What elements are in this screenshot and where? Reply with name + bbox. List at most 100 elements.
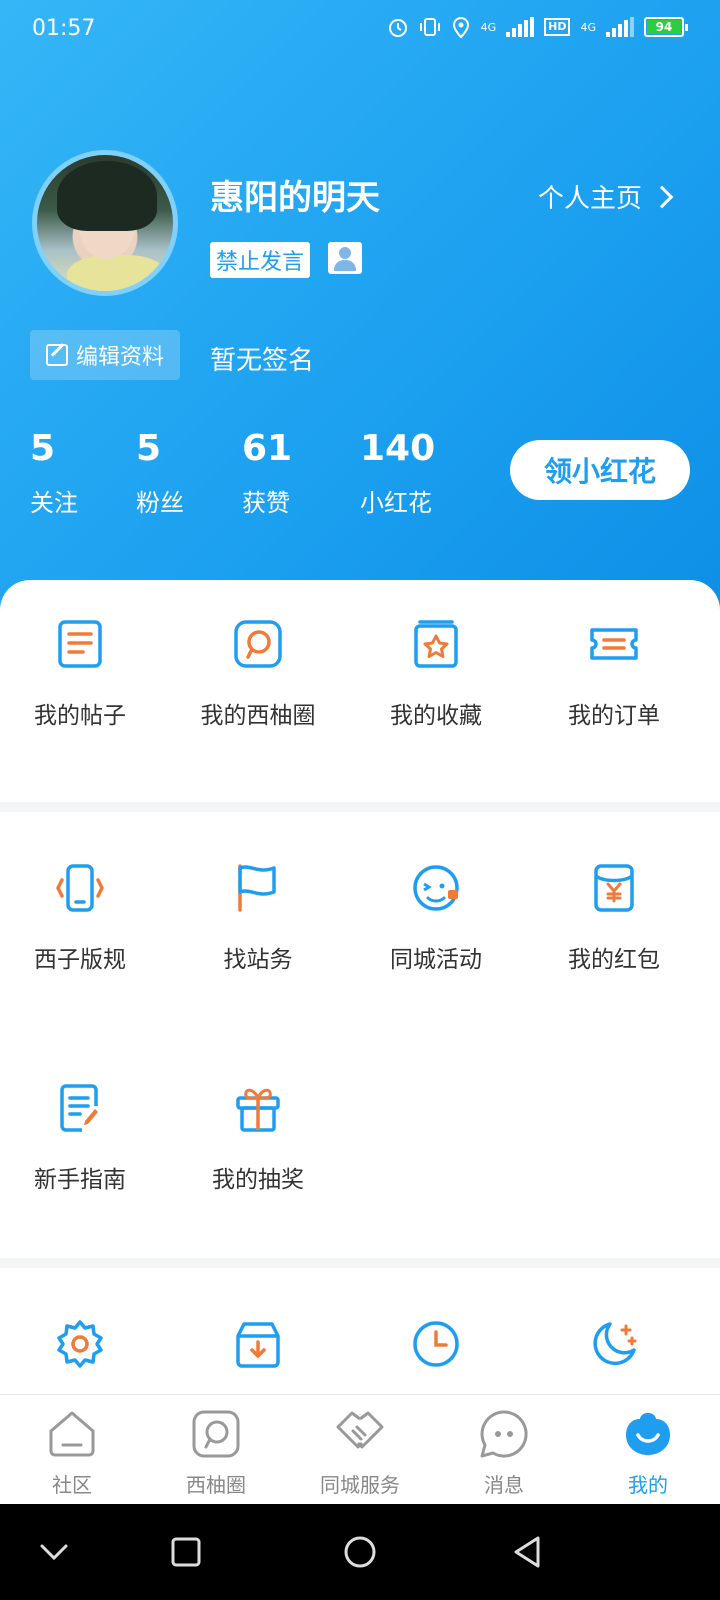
menu-item-my-circle[interactable]: 我的西柚圈	[168, 618, 348, 730]
flag-icon	[238, 864, 276, 912]
menu-label: 找站务	[223, 947, 293, 973]
status-bar: 01:57 4G HD 4G 94	[0, 0, 720, 60]
menu-label: 同城活动	[390, 947, 482, 973]
menu-label: 西子版规	[34, 947, 126, 973]
me-icon	[626, 1413, 670, 1455]
avatar-shirt	[67, 255, 167, 291]
tab-label: 社区	[52, 1473, 92, 1497]
handshake-icon	[336, 1411, 384, 1449]
network-type-2: 4G	[580, 20, 596, 34]
message-icon	[480, 1410, 528, 1458]
home-icon	[49, 1411, 95, 1457]
ban-badge: 禁止发言	[210, 242, 311, 278]
download-icon	[236, 1322, 280, 1368]
gift-icon	[236, 1088, 280, 1132]
bottom-tabbar: 社区 西柚圈 同城服务 消息 我的	[0, 1394, 720, 1504]
menu-item-city-activity[interactable]: 同城活动	[346, 862, 526, 974]
signal-icon-2	[606, 17, 634, 37]
settings-item[interactable]	[0, 1318, 170, 1374]
menu-item-my-orders[interactable]: 我的订单	[524, 618, 704, 730]
guide-icon	[60, 1084, 98, 1132]
stat-value: 5	[136, 428, 162, 469]
menu-label: 我的收藏	[390, 703, 482, 729]
menu-label: 我的红包	[568, 947, 660, 973]
signature: 暂无签名	[210, 346, 315, 376]
username: 惠阳的明天	[210, 178, 380, 218]
menu-item-my-favorites[interactable]: 我的收藏	[346, 618, 526, 730]
tab-messages[interactable]: 消息	[432, 1409, 576, 1498]
claim-flower-button[interactable]: 领小红花	[510, 440, 690, 500]
stat-label: 粉丝	[136, 489, 184, 517]
tab-community[interactable]: 社区	[0, 1409, 144, 1498]
section-divider	[0, 802, 720, 812]
tab-label: 消息	[484, 1473, 524, 1497]
stat-value: 61	[242, 428, 293, 469]
menu-item-find-admin[interactable]: 找站务	[168, 862, 348, 974]
orders-icon	[590, 628, 638, 660]
status-time: 01:57	[32, 16, 96, 41]
tab-circle[interactable]: 西柚圈	[144, 1409, 288, 1498]
status-icons: 4G HD 4G 94	[387, 16, 688, 38]
hd-badge: HD	[544, 18, 571, 36]
tab-city-service[interactable]: 同城服务	[288, 1409, 432, 1498]
edit-profile-button[interactable]: 编辑资料	[30, 330, 180, 380]
recents-icon[interactable]	[166, 1532, 206, 1572]
home-button-icon[interactable]	[340, 1532, 380, 1572]
user-badge-icon	[328, 242, 362, 274]
vibrate-icon	[419, 18, 440, 36]
rules-icon	[56, 864, 104, 912]
circle-tab-icon	[192, 1410, 240, 1458]
chevron-down-icon[interactable]	[34, 1532, 74, 1572]
alarm-icon	[388, 19, 407, 37]
network-type-1: 4G	[480, 20, 497, 34]
history-item[interactable]	[346, 1318, 526, 1374]
stat-likes[interactable]: 61 获赞	[242, 428, 292, 518]
chevron-right-icon	[650, 185, 674, 208]
menu-item-rules[interactable]: 西子版规	[0, 862, 170, 974]
menu-label: 我的订单	[568, 703, 660, 729]
menu-item-my-posts[interactable]: 我的帖子	[0, 618, 170, 730]
homepage-link-label: 个人主页	[537, 184, 642, 214]
menu-item-guide[interactable]: 新手指南	[0, 1082, 170, 1194]
red-packet-icon	[594, 864, 634, 912]
avatar-hair	[57, 161, 157, 231]
stat-label: 获赞	[242, 489, 290, 517]
profile-header	[0, 0, 720, 620]
circle-icon	[234, 620, 282, 668]
back-icon[interactable]	[508, 1532, 548, 1572]
favorites-icon	[414, 620, 458, 668]
avatar[interactable]	[32, 150, 178, 296]
menu-label: 新手指南	[34, 1167, 126, 1193]
location-icon	[452, 17, 469, 38]
stat-label: 关注	[30, 489, 78, 517]
tab-label: 我的	[628, 1473, 668, 1497]
tab-me[interactable]: 我的	[576, 1409, 720, 1498]
stat-value: 5	[30, 428, 56, 469]
download-item[interactable]	[168, 1318, 348, 1374]
posts-icon	[58, 620, 102, 668]
stat-following[interactable]: 5 关注	[30, 428, 78, 518]
activity-icon	[413, 865, 459, 911]
section-divider	[0, 1258, 720, 1268]
gear-icon	[57, 1320, 103, 1368]
stat-followers[interactable]: 5 粉丝	[136, 428, 184, 518]
system-nav-bar	[0, 1504, 720, 1600]
menu-label: 我的抽奖	[212, 1167, 304, 1193]
edit-profile-label: 编辑资料	[75, 345, 164, 370]
battery-level: 94	[647, 20, 681, 34]
clock-icon	[413, 1321, 459, 1367]
menu-label: 我的西柚圈	[200, 703, 316, 729]
moon-icon	[593, 1322, 637, 1366]
stat-flowers[interactable]: 140 小红花	[360, 428, 435, 518]
battery-icon: 94	[644, 17, 688, 37]
homepage-link[interactable]: 个人主页	[537, 178, 674, 215]
tab-label: 同城服务	[320, 1473, 400, 1497]
menu-item-lottery[interactable]: 我的抽奖	[168, 1082, 348, 1194]
night-mode-item[interactable]	[524, 1318, 704, 1374]
menu-label: 我的帖子	[34, 703, 126, 729]
signal-icon-1	[506, 17, 535, 37]
stat-value: 140	[360, 428, 436, 469]
stat-label: 小红花	[360, 489, 432, 517]
menu-item-red-packet[interactable]: 我的红包	[524, 862, 704, 974]
edit-icon	[45, 344, 68, 366]
